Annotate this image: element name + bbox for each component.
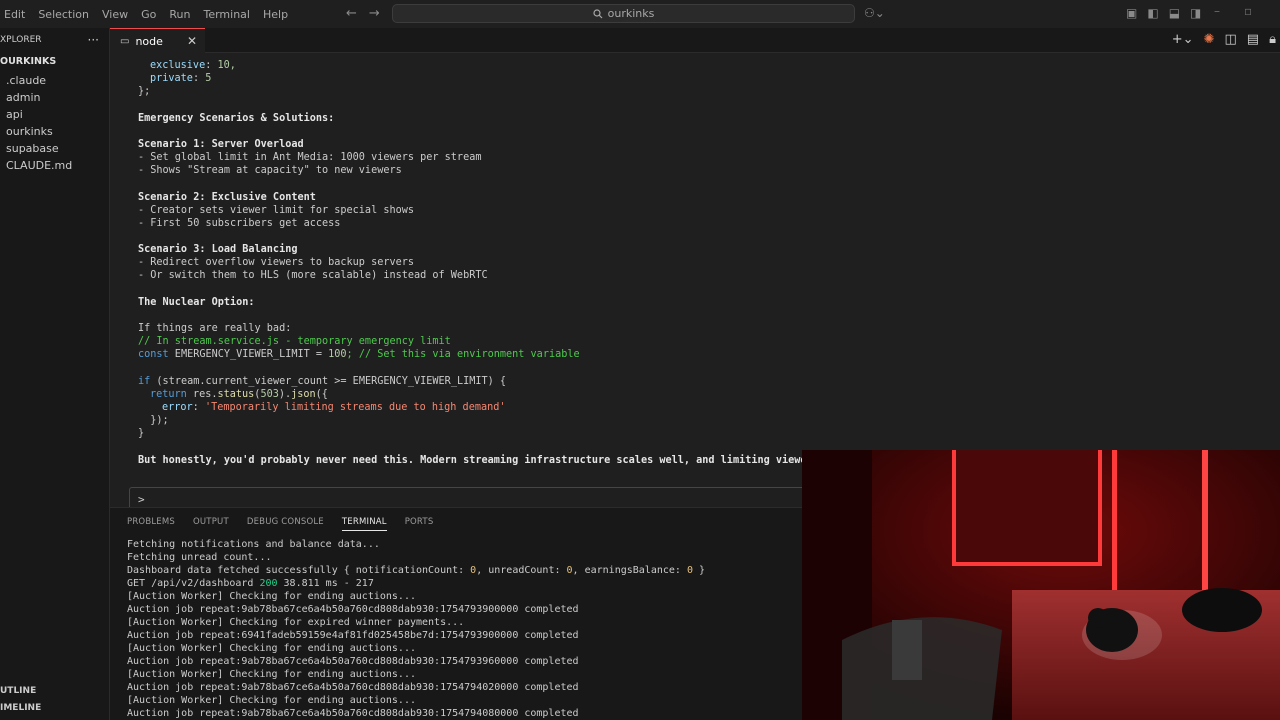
terminal-line: [Auction Worker] Checking for expired wi… — [127, 617, 465, 628]
menu-view[interactable]: View — [102, 8, 135, 21]
editor-area: exclusive: 10, private: 5 }; Emergency S… — [110, 53, 1280, 507]
back-arrow-icon[interactable]: ← — [346, 6, 357, 21]
terminal-line: [Auction Worker] Checking for ending auc… — [127, 695, 416, 706]
timeline-section[interactable]: IMELINE — [0, 703, 110, 713]
scenario-2-title: Scenario 2: Exclusive Content — [138, 192, 316, 203]
code-line: }); — [138, 415, 169, 426]
forward-arrow-icon[interactable]: → — [369, 6, 380, 21]
toggle-panel-icon[interactable]: ▤ — [1247, 32, 1259, 47]
close-icon[interactable]: ✕ — [187, 34, 197, 48]
restore-icon[interactable]: ▫ — [1244, 4, 1252, 18]
terminal-line: Auction job repeat:6941fadeb59159e4af81f… — [127, 630, 579, 641]
claude-icon[interactable]: ✺ — [1204, 32, 1215, 47]
terminal-line: GET /api/v2/dashboard 200 38.811 ms - 21… — [127, 578, 374, 589]
outline-section[interactable]: UTLINE — [0, 686, 110, 696]
code-line: exclusive: 10, — [150, 60, 236, 71]
menu-bar: Edit Selection View Go Run Terminal Help — [0, 8, 301, 21]
code-line: }; — [138, 86, 151, 97]
terminal-line: [Auction Worker] Checking for ending auc… — [127, 643, 416, 654]
scenario-3-line: - Or switch them to HLS (more scalable) … — [138, 270, 488, 281]
toggle-sidebar-icon[interactable]: ◧ — [1147, 6, 1158, 20]
heading-emergency: Emergency Scenarios & Solutions: — [138, 113, 335, 124]
terminal-line: Auction job repeat:9ab78ba67ce6a4b50a760… — [127, 656, 579, 667]
tab-debug-console[interactable]: DEBUG CONSOLE — [247, 517, 324, 531]
explorer-title: XPLORER — [0, 35, 42, 45]
menu-go[interactable]: Go — [141, 8, 163, 21]
terminal-line: Auction job repeat:9ab78ba67ce6a4b50a760… — [127, 604, 579, 615]
scenario-2-line: - First 50 subscribers get access — [138, 218, 341, 229]
code-line: } — [138, 428, 145, 439]
menu-terminal[interactable]: Terminal — [203, 8, 257, 21]
scenario-3-title: Scenario 3: Load Balancing — [138, 244, 298, 255]
menu-selection[interactable]: Selection — [38, 8, 96, 21]
split-editor-icon[interactable]: ◫ — [1224, 32, 1236, 47]
lock-icon[interactable]: 🔒︎ — [1269, 32, 1276, 47]
scenario-1-title: Scenario 1: Server Overload — [138, 139, 304, 150]
code-line: return res.status(503).json({ — [150, 389, 328, 400]
terminal-icon: ▭ — [120, 35, 130, 47]
menu-help[interactable]: Help — [263, 8, 295, 21]
tree-item-claude-folder[interactable]: .claude — [0, 72, 109, 89]
code-line: error: 'Temporarily limiting streams due… — [162, 402, 506, 413]
title-bar: Edit Selection View Go Run Terminal Help… — [0, 0, 1280, 28]
code-line: const EMERGENCY_VIEWER_LIMIT = 100; // S… — [138, 349, 580, 360]
scenario-1-line: - Set global limit in Ant Media: 1000 vi… — [138, 152, 482, 163]
toggle-secondary-sidebar-icon[interactable]: ◨ — [1190, 6, 1201, 20]
tree-item-admin[interactable]: admin — [0, 89, 109, 106]
search-icon — [593, 8, 603, 18]
window-controls: – ▫ — [1214, 4, 1252, 18]
explorer-sidebar: XPLORER ··· OURKINKS .claude admin api o… — [0, 28, 110, 720]
heading-nuclear: The Nuclear Option: — [138, 297, 255, 308]
layout-controls: ▣ ◧ ⬓ ◨ — [1126, 6, 1201, 20]
panel-tabs: PROBLEMS OUTPUT DEBUG CONSOLE TERMINAL P… — [127, 517, 433, 531]
copilot-icon[interactable]: ⚇⌄ — [864, 6, 885, 20]
chat-prompt-input[interactable]: > — [129, 487, 889, 507]
tab-actions: +⌄ ✺ ◫ ▤ 🔒︎ — [1172, 32, 1276, 47]
customize-layout-icon[interactable]: ▣ — [1126, 6, 1137, 20]
tree-item-claude-md[interactable]: CLAUDE.md — [0, 157, 109, 174]
tree-item-ourkinks[interactable]: ourkinks — [0, 123, 109, 140]
code-line: private: 5 — [150, 73, 212, 84]
tab-problems[interactable]: PROBLEMS — [127, 517, 175, 531]
menu-run[interactable]: Run — [169, 8, 197, 21]
minimize-icon[interactable]: – — [1214, 4, 1220, 18]
code-line: if (stream.current_viewer_count >= EMERG… — [138, 376, 507, 387]
terminal-line: Auction job repeat:9ab78ba67ce6a4b50a760… — [127, 708, 579, 719]
more-actions-icon[interactable]: ··· — [88, 33, 99, 47]
terminal-line: Fetching notifications and balance data.… — [127, 539, 380, 550]
menu-edit[interactable]: Edit — [4, 8, 32, 21]
tree-item-api[interactable]: api — [0, 106, 109, 123]
tree-item-supabase[interactable]: supabase — [0, 140, 109, 157]
workspace-root[interactable]: OURKINKS — [0, 52, 109, 72]
command-center-search[interactable]: ourkinks — [392, 4, 855, 23]
terminal-line: [Auction Worker] Checking for ending auc… — [127, 669, 416, 680]
search-text: ourkinks — [607, 7, 655, 20]
tab-node[interactable]: ▭ node ✕ — [110, 28, 205, 53]
terminal-line: Fetching unread count... — [127, 552, 272, 563]
tab-label: node — [135, 34, 163, 48]
new-terminal-icon[interactable]: +⌄ — [1172, 32, 1194, 47]
tab-output[interactable]: OUTPUT — [193, 517, 229, 531]
terminal-line: Dashboard data fetched successfully { no… — [127, 565, 706, 576]
scenario-2-line: - Creator sets viewer limit for special … — [138, 205, 415, 216]
scenario-3-line: - Redirect overflow viewers to backup se… — [138, 257, 415, 268]
terminal-line: Auction job repeat:9ab78ba67ce6a4b50a760… — [127, 682, 579, 693]
text-line: If things are really bad: — [138, 323, 292, 334]
tab-terminal[interactable]: TERMINAL — [341, 517, 387, 531]
toggle-panel-icon[interactable]: ⬓ — [1169, 6, 1180, 20]
closing-remark: But honestly, you'd probably never need … — [138, 455, 844, 466]
scenario-1-line: - Shows "Stream at capacity" to new view… — [138, 165, 402, 176]
code-comment: // In stream.service.js - temporary emer… — [138, 336, 451, 347]
prompt-caret: > — [138, 493, 145, 506]
webcam-overlay — [802, 450, 1280, 720]
tab-ports[interactable]: PORTS — [405, 517, 434, 531]
editor-tab-bar: ▭ node ✕ +⌄ ✺ ◫ ▤ 🔒︎ — [110, 28, 1280, 53]
webcam-scene — [802, 450, 1280, 720]
terminal-line: [Auction Worker] Checking for ending auc… — [127, 591, 416, 602]
nav-arrows: ← → — [346, 6, 380, 21]
explorer-header: XPLORER ··· — [0, 28, 109, 52]
